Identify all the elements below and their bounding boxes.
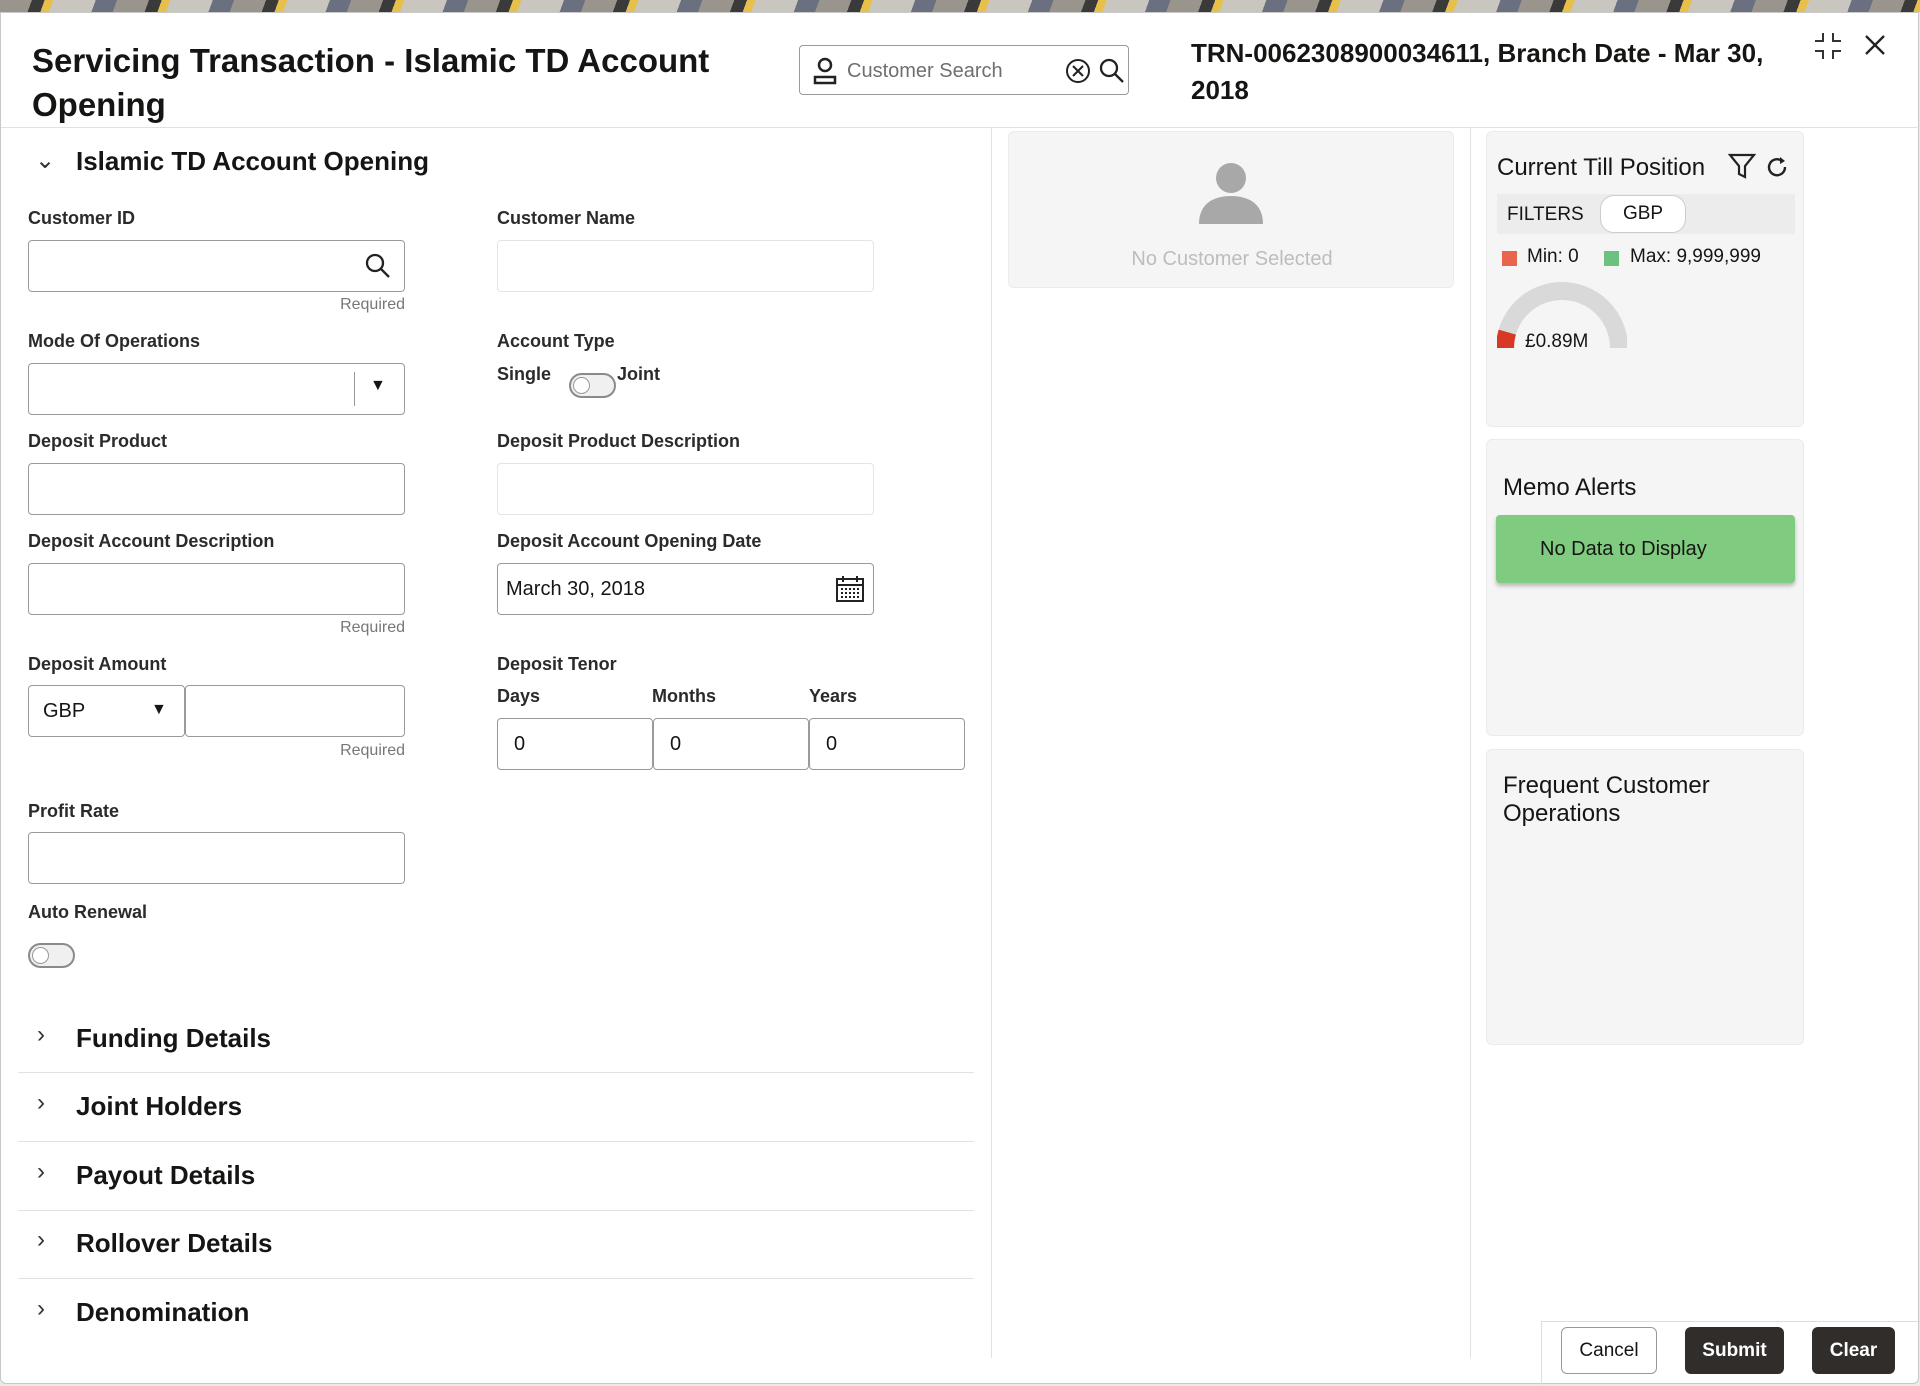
days-input[interactable]: 0	[497, 718, 653, 770]
no-customer-text: No Customer Selected	[1009, 248, 1455, 271]
column-divider	[1470, 128, 1471, 1358]
joint-label: Joint	[617, 364, 660, 385]
minimize-icon[interactable]	[1813, 31, 1843, 61]
customer-name-field	[497, 240, 874, 292]
opening-date-input[interactable]: March 30, 2018	[497, 563, 874, 615]
auto-renewal-toggle[interactable]	[28, 943, 75, 968]
chevron-down-icon: ▼	[370, 377, 386, 395]
gauge-fill	[1505, 332, 1507, 348]
till-value: £0.89M	[1525, 331, 1588, 353]
close-icon[interactable]	[1863, 33, 1887, 57]
deposit-product-description-label: Deposit Product Description	[497, 431, 740, 452]
footer-divider	[1541, 1321, 1920, 1322]
frequent-title: Frequent Customer Operations	[1503, 772, 1763, 828]
profit-rate-input[interactable]	[28, 832, 405, 884]
min-label: Min: 0	[1527, 246, 1579, 268]
filter-icon[interactable]	[1728, 152, 1756, 180]
till-position-card: Current Till Position FILTERS GBP Min: 0…	[1486, 131, 1804, 427]
currency-value: GBP	[37, 700, 85, 722]
customer-id-label: Customer ID	[28, 208, 135, 229]
calendar-icon[interactable]	[835, 575, 865, 603]
clear-icon[interactable]	[1065, 58, 1091, 84]
currency-select[interactable]: GBP ▼	[28, 685, 185, 737]
years-label: Years	[809, 686, 857, 707]
days-label: Days	[497, 686, 540, 707]
column-divider	[991, 128, 992, 1358]
max-label: Max: 9,999,999	[1630, 246, 1761, 268]
filters-label: FILTERS	[1507, 204, 1584, 226]
header-divider	[1, 127, 1920, 128]
section-divider	[18, 1278, 974, 1279]
refresh-icon[interactable]	[1764, 154, 1790, 180]
memo-alerts-card: Memo Alerts No Data to Display	[1486, 439, 1804, 736]
customer-card: No Customer Selected	[1008, 131, 1454, 288]
deposit-account-description-input[interactable]	[28, 563, 405, 615]
chevron-right-icon[interactable]: ›	[37, 1021, 45, 1049]
till-title: Current Till Position	[1497, 154, 1705, 182]
deposit-amount-input[interactable]	[185, 685, 405, 737]
required-hint: Required	[285, 619, 405, 637]
clear-button[interactable]: Clear	[1812, 1327, 1895, 1374]
opening-date-value: March 30, 2018	[506, 578, 645, 600]
months-label: Months	[652, 686, 716, 707]
min-legend-swatch	[1502, 251, 1517, 266]
months-input[interactable]: 0	[653, 718, 809, 770]
section-title[interactable]: Islamic TD Account Opening	[76, 146, 429, 177]
cancel-button[interactable]: Cancel	[1561, 1327, 1657, 1374]
submit-button[interactable]: Submit	[1685, 1327, 1784, 1374]
customer-id-input[interactable]	[28, 240, 405, 292]
single-label: Single	[497, 364, 551, 385]
search-icon[interactable]	[364, 252, 392, 280]
deposit-product-description-field	[497, 463, 874, 515]
memo-empty-message: No Data to Display	[1496, 515, 1795, 583]
chevron-down-icon[interactable]: ⌄	[35, 146, 55, 175]
opening-date-label: Deposit Account Opening Date	[497, 531, 761, 552]
section-joint-holders[interactable]: Joint Holders	[76, 1091, 242, 1122]
section-divider	[18, 1141, 974, 1142]
section-denomination[interactable]: Denomination	[76, 1297, 249, 1328]
required-hint: Required	[285, 742, 405, 760]
deposit-amount-label: Deposit Amount	[28, 654, 166, 675]
chevron-right-icon[interactable]: ›	[37, 1226, 45, 1254]
user-avatar-icon	[1197, 160, 1265, 224]
mode-of-operations-label: Mode Of Operations	[28, 331, 200, 352]
customer-name-label: Customer Name	[497, 208, 635, 229]
search-input[interactable]: Customer Search	[847, 60, 1003, 83]
filter-bar: FILTERS GBP	[1497, 194, 1795, 234]
mode-of-operations-select[interactable]: ▼	[28, 363, 405, 415]
section-divider	[18, 1210, 974, 1211]
section-funding-details[interactable]: Funding Details	[76, 1023, 271, 1054]
frequent-operations-card: Frequent Customer Operations	[1486, 749, 1804, 1045]
transaction-info: TRN-0062308900034611, Branch Date - Mar …	[1191, 35, 1771, 109]
required-hint: Required	[285, 296, 405, 314]
deposit-product-input[interactable]	[28, 463, 405, 515]
chevron-right-icon[interactable]: ›	[37, 1158, 45, 1186]
max-legend-swatch	[1604, 251, 1619, 266]
transaction-window: Servicing Transaction - Islamic TD Accou…	[0, 12, 1919, 1384]
deposit-account-description-label: Deposit Account Description	[28, 531, 274, 552]
footer-divider	[1541, 1321, 1542, 1385]
memo-title: Memo Alerts	[1503, 474, 1636, 502]
chevron-right-icon[interactable]: ›	[37, 1089, 45, 1117]
account-type-toggle[interactable]	[569, 373, 616, 398]
customer-search[interactable]: Customer Search	[799, 45, 1129, 95]
section-rollover-details[interactable]: Rollover Details	[76, 1228, 273, 1259]
deposit-product-label: Deposit Product	[28, 431, 167, 452]
years-input[interactable]: 0	[809, 718, 965, 770]
profit-rate-label: Profit Rate	[28, 801, 119, 822]
top-banner	[0, 0, 1920, 12]
auto-renewal-label: Auto Renewal	[28, 902, 147, 923]
chevron-right-icon[interactable]: ›	[37, 1295, 45, 1323]
page-title: Servicing Transaction - Islamic TD Accou…	[32, 39, 712, 127]
chevron-down-icon: ▼	[151, 701, 167, 719]
section-divider	[18, 1072, 974, 1073]
customer-icon	[812, 57, 838, 85]
section-payout-details[interactable]: Payout Details	[76, 1160, 255, 1191]
deposit-tenor-label: Deposit Tenor	[497, 654, 617, 675]
currency-chip[interactable]: GBP	[1600, 195, 1686, 233]
account-type-label: Account Type	[497, 331, 615, 352]
search-icon[interactable]	[1098, 57, 1126, 85]
